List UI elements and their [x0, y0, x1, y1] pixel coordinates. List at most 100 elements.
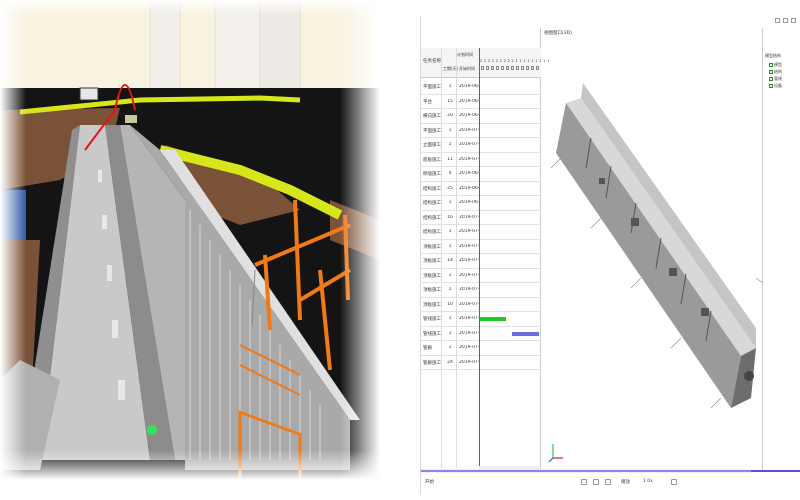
scene-svg — [0, 0, 380, 480]
tree-root[interactable]: 模型结构 — [765, 53, 781, 59]
checkbox-icon[interactable] — [769, 63, 773, 67]
gantt-row[interactable]: 管廊 1 2019-07-25 — [421, 341, 541, 356]
task-name: 平台 — [423, 99, 432, 105]
scale-tick — [506, 66, 509, 70]
header-group: 计划时间 — [457, 52, 473, 57]
gantt-row[interactable]: 横向施工 20 2019-06-05 — [421, 109, 541, 124]
date-strip: 2 2 2 2 2 2 2 2 2 1 1 1 1 1 1 1 1 1 — [480, 59, 550, 63]
gantt-row[interactable]: 顶板施工 1 2019-07-15 — [421, 240, 541, 254]
tree-item[interactable]: 模型 — [769, 62, 782, 68]
gantt-row[interactable]: 平面施工 1 2019-07-15 — [421, 124, 541, 138]
next-button[interactable] — [605, 479, 611, 485]
window-controls — [775, 18, 796, 23]
scale-tick — [501, 66, 504, 70]
task-name: 横向施工 — [423, 114, 441, 119]
play-button[interactable] — [593, 479, 599, 485]
task-start: 2019-06-05 — [459, 113, 479, 118]
settings-button[interactable] — [671, 479, 677, 485]
gantt-row[interactable]: 底板施工 11 2019-07-15 — [421, 153, 541, 167]
scale-tick — [496, 66, 499, 70]
task-start: 2019-07-15 — [459, 229, 479, 234]
header-start: 开始时间 — [459, 66, 475, 71]
checkbox-icon[interactable] — [769, 84, 773, 88]
task-start: 2019-07-15 — [459, 127, 479, 133]
gantt-row[interactable]: 结构施工 16 2019-07-05 — [421, 211, 541, 225]
task-duration: 1 — [448, 84, 452, 89]
status-left: 开始 — [425, 480, 434, 485]
model-tree-panel: 模型结构 模型 结构 管线 设备 — [763, 28, 800, 470]
task-start: 2019-07-25 — [459, 316, 479, 321]
scale-tick — [481, 66, 484, 70]
minimize-icon[interactable] — [775, 18, 780, 23]
task-name: 结构施工 — [423, 186, 441, 192]
task-start: 2019-07-05 — [459, 214, 479, 220]
building-3 — [259, 0, 301, 96]
checkbox-icon[interactable] — [769, 70, 773, 74]
gantt-row[interactable]: 平台 15 2019-06-05 — [421, 95, 541, 109]
playback-timeline[interactable] — [421, 469, 800, 473]
task-start: 2019-06-04 — [459, 185, 479, 191]
task-bar[interactable] — [512, 331, 539, 336]
speed-label[interactable]: 1.0x — [643, 479, 653, 484]
prev-button[interactable] — [581, 479, 587, 485]
model-top-face — [566, 98, 756, 356]
gantt-row[interactable]: 立面施工 1 2019-07-15 — [421, 138, 541, 153]
scale-ticks — [479, 66, 539, 72]
task-start: 2019-07-25 — [459, 301, 479, 307]
gantt-row[interactable]: 结构施工 1 2019-06-04 — [421, 196, 541, 211]
tree-item[interactable]: 管线 — [769, 76, 782, 82]
task-duration: 1 — [448, 142, 452, 147]
task-name: 结构施工 — [423, 215, 441, 221]
tree-item[interactable]: 结构 — [769, 69, 782, 75]
task-name: 顶板施工 — [423, 244, 441, 250]
gantt-row[interactable]: 顶板施工 10 2019-07-25 — [421, 298, 541, 312]
task-start: 2019-07-25 — [459, 330, 479, 336]
gantt-row[interactable]: 顶板施工 1 2019-07-25 — [421, 269, 541, 283]
3d-viewport[interactable]: 视图窗口(3D) — [541, 28, 763, 470]
task-duration: 1 — [448, 272, 452, 278]
task-name: 侧墙施工 — [423, 172, 441, 177]
task-name: 管廊施工 — [423, 360, 441, 366]
task-name: 底板施工 — [423, 157, 441, 163]
tunnel-model-svg[interactable] — [541, 28, 763, 470]
gantt-row[interactable]: 侧墙施工 4 2019-06-03 — [421, 167, 541, 182]
task-bar[interactable] — [480, 317, 506, 321]
excavator — [125, 115, 137, 123]
task-start: 2019-07-15 — [459, 243, 479, 249]
gantt-row[interactable]: 结构施工 1 2019-07-15 — [421, 225, 541, 240]
gantt-row[interactable]: 平面施工 1 2019-06-05 — [421, 80, 541, 95]
task-start: 2019-06-03 — [459, 171, 479, 176]
task-start: 2019-06-05 — [459, 84, 479, 89]
task-duration: 1 — [448, 127, 452, 133]
current-time-line[interactable] — [479, 48, 480, 468]
task-duration: 1 — [448, 243, 452, 249]
task-start: 2019-06-04 — [459, 200, 479, 205]
task-duration: 15 — [447, 98, 453, 104]
task-start: 2019-07-25 — [459, 345, 479, 350]
task-start: 2019-06-05 — [459, 98, 479, 104]
gantt-row[interactable]: 顶板施工 14 2019-07-15 — [421, 254, 541, 269]
task-name: 顶板施工 — [423, 259, 441, 264]
task-name: 顶板施工 — [423, 302, 441, 308]
tree-item[interactable]: 设备 — [769, 83, 782, 89]
task-duration: 4 — [448, 171, 452, 176]
model-end-pipe — [744, 371, 754, 381]
task-start: 2019-07-25 — [459, 287, 479, 292]
task-start: 2019-07-15 — [459, 142, 479, 147]
task-duration: 25 — [447, 185, 453, 191]
checkbox-icon[interactable] — [769, 77, 773, 81]
tree-item-label: 模型 — [774, 62, 782, 67]
gantt-row[interactable]: 结构施工 25 2019-06-04 — [421, 182, 541, 196]
green-marker — [147, 425, 157, 435]
gantt-row[interactable]: 管廊施工 24 2019-07-25 — [421, 356, 541, 370]
close-icon[interactable] — [791, 18, 796, 23]
task-duration: 1 — [448, 229, 452, 234]
bim-application-window: 任务名称 工期(天) 开始时间 计划时间 2 2 2 2 2 2 2 2 2 1… — [420, 16, 800, 494]
gantt-row[interactable]: 顶板施工 1 2019-07-25 — [421, 283, 541, 298]
maximize-icon[interactable] — [783, 18, 788, 23]
building-1 — [149, 0, 181, 91]
scale-tick — [516, 66, 519, 70]
model-side-face — [556, 103, 741, 408]
task-duration: 1 — [448, 200, 452, 205]
task-duration: 1 — [448, 316, 452, 321]
